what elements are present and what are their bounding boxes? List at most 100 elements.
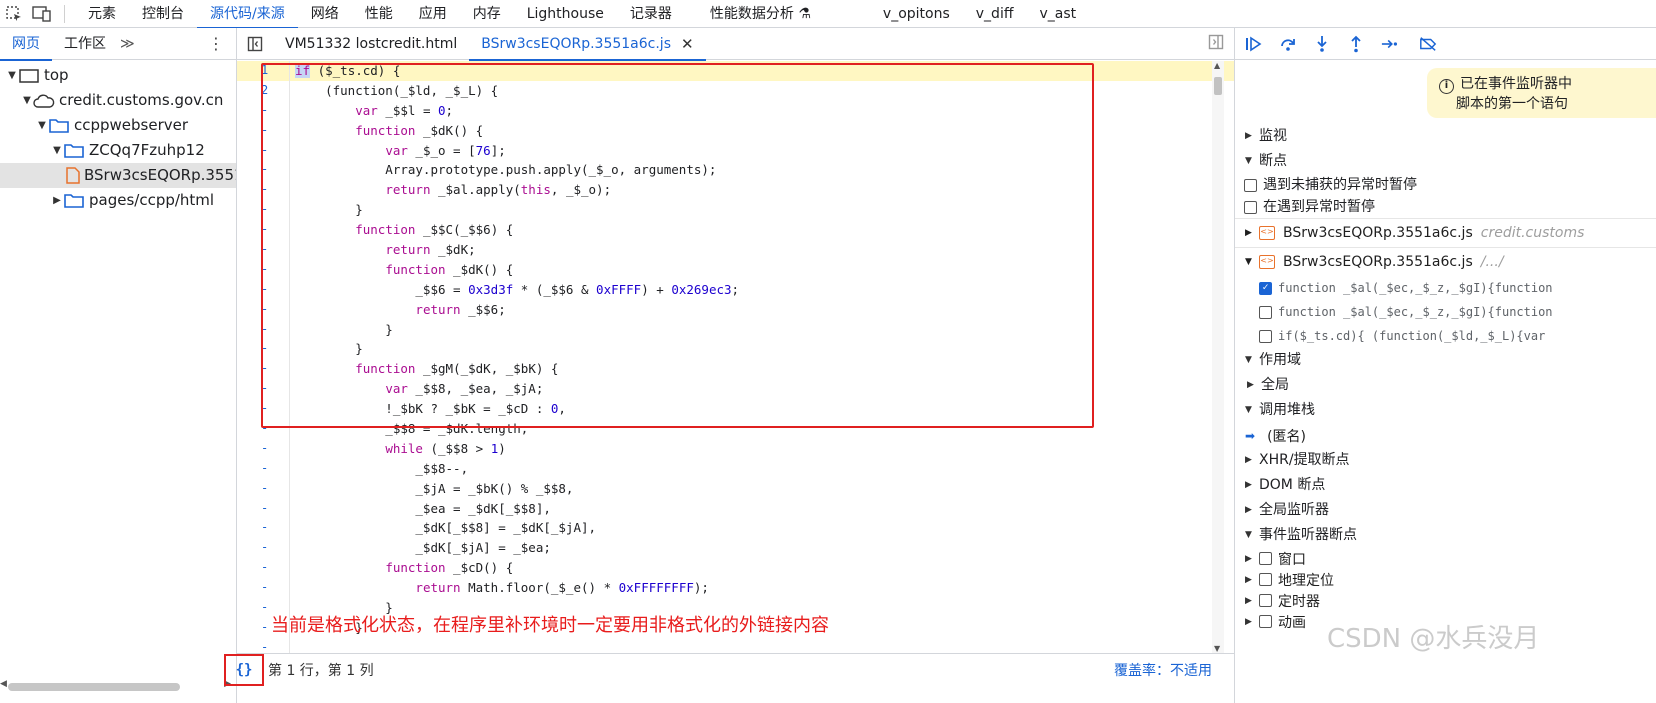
section-dom-breakpoints[interactable]: ▶ DOM 断点 [1235, 473, 1656, 498]
call-frame[interactable]: ➡ (匿名) [1235, 423, 1656, 448]
coverage-link[interactable]: 覆盖率：不适用 [1114, 660, 1212, 680]
pretty-print-button[interactable]: {} [224, 653, 264, 686]
line-number[interactable]: - [237, 459, 289, 479]
tree-item[interactable]: ▶ pages/ccpp/html [0, 188, 236, 213]
step-into-icon[interactable] [1313, 35, 1331, 53]
section-xhr-breakpoints[interactable]: ▶ XHR/提取断点 [1235, 448, 1656, 473]
line-number[interactable]: - [237, 240, 289, 260]
line-number[interactable]: - [237, 220, 289, 240]
section-global-listeners[interactable]: ▶ 全局监听器 [1235, 498, 1656, 523]
line-number[interactable]: - [237, 399, 289, 419]
panel-tab[interactable]: 性能数据分析 ⚗ [697, 0, 824, 28]
scroll-up-icon[interactable]: ▲ [1214, 61, 1220, 70]
line-number[interactable]: - [237, 300, 289, 320]
code-view[interactable]: 1 if ($_ts.cd) {2 (function(_$ld, _$_L) {… [237, 61, 1234, 653]
expand-triangle-icon[interactable]: ▶ [1245, 575, 1259, 585]
step-over-icon[interactable] [1279, 35, 1297, 53]
editor-vertical-scrollbar[interactable]: ▲ ▼ [1212, 61, 1224, 653]
step-icon[interactable] [1381, 35, 1399, 53]
close-icon[interactable]: ✕ [681, 28, 694, 60]
section-watch[interactable]: ▶ 监视 [1235, 124, 1656, 149]
kebab-menu-icon[interactable]: ⋮ [208, 34, 224, 53]
panel-tab[interactable]: 网络 [298, 0, 352, 28]
expand-triangle-icon[interactable]: ▶ [51, 188, 63, 213]
event-category[interactable]: ▶ 窗口 [1235, 548, 1656, 569]
line-number[interactable]: 1 [237, 61, 289, 81]
tab-workspace[interactable]: 工作区 [52, 28, 118, 60]
breakpoint-file-row[interactable]: ▼ <> BSrw3csEQORp.3551a6c.js /.../ [1235, 247, 1656, 276]
section-breakpoints[interactable]: ▼ 断点 [1235, 149, 1656, 174]
line-number[interactable]: - [237, 141, 289, 161]
section-call-stack[interactable]: ▼ 调用堆栈 [1235, 398, 1656, 423]
device-toolbar-icon[interactable] [28, 0, 56, 28]
toggle-debugger-icon[interactable] [1208, 34, 1224, 54]
tab-page[interactable]: 网页 [0, 28, 52, 61]
panel-tab[interactable]: 性能 [352, 0, 406, 28]
resume-icon[interactable] [1245, 35, 1263, 53]
breakpoint-line[interactable]: if($_ts.cd){ (function(_$ld,_$_L){var [1235, 324, 1656, 348]
collapse-triangle-icon[interactable]: ▼ [36, 113, 48, 138]
line-number[interactable]: - [237, 379, 289, 399]
section-event-listener-breakpoints[interactable]: ▼ 事件监听器断点 [1235, 523, 1656, 548]
breakpoint-line[interactable]: function _$al(_$ec,_$_z,_$gI){function [1235, 300, 1656, 324]
panel-tab[interactable]: 元素 [75, 0, 129, 28]
more-tabs-icon[interactable]: ≫ [120, 36, 135, 52]
line-number[interactable]: - [237, 558, 289, 578]
line-number[interactable]: - [237, 200, 289, 220]
event-category-checkbox[interactable] [1259, 552, 1272, 565]
scroll-down-icon[interactable]: ▼ [1214, 644, 1220, 653]
breakpoint-checkbox[interactable] [1259, 329, 1272, 343]
line-number[interactable]: - [237, 359, 289, 379]
scroll-left-icon[interactable]: ◀ [0, 679, 7, 689]
pause-caught-checkbox[interactable]: 在遇到异常时暂停 [1235, 196, 1656, 218]
pause-uncaught-checkbox[interactable]: 遇到未捕获的异常时暂停 [1235, 174, 1656, 196]
panel-tab[interactable]: 源代码/来源 [197, 0, 298, 29]
tree-item[interactable]: ▼ ZCQq7Fzuhp12 [0, 138, 236, 163]
line-number[interactable]: - [237, 439, 289, 459]
tree-item[interactable]: BSrw3csEQORp.3551a6c.js [0, 163, 236, 188]
line-number[interactable]: - [237, 499, 289, 519]
line-number[interactable]: - [237, 280, 289, 300]
line-number[interactable]: - [237, 638, 289, 653]
breakpoint-line[interactable]: ✓ function _$al(_$ec,_$_z,_$gI){function [1235, 276, 1656, 300]
event-category-checkbox[interactable] [1259, 573, 1272, 586]
event-category-checkbox[interactable] [1259, 615, 1272, 628]
tree-item[interactable]: ▼ ccppwebserver [0, 113, 236, 138]
line-number[interactable]: - [237, 121, 289, 141]
section-scope[interactable]: ▼ 作用域 [1235, 348, 1656, 373]
line-number[interactable]: - [237, 339, 289, 359]
breakpoint-file-row[interactable]: ▶ <> BSrw3csEQORp.3551a6c.js credit.cust… [1235, 218, 1656, 247]
editor-tab-js-file[interactable]: BSrw3csEQORp.3551a6c.js ✕ [469, 27, 706, 61]
tree-item[interactable]: ▼ top [0, 63, 236, 88]
collapse-triangle-icon[interactable]: ▼ [21, 88, 33, 113]
checkbox[interactable] [1244, 178, 1257, 192]
navigator-horizontal-scrollbar[interactable]: ◀ ▶ [0, 679, 235, 693]
line-number[interactable]: - [237, 180, 289, 200]
deactivate-breakpoints-icon[interactable] [1419, 35, 1437, 53]
expand-triangle-icon[interactable]: ▶ [1245, 617, 1259, 627]
collapse-triangle-icon[interactable]: ▼ [6, 63, 18, 88]
panel-tab[interactable]: v_ast [1026, 0, 1089, 28]
panel-tab[interactable]: 应用 [406, 0, 460, 28]
toggle-navigator-icon[interactable] [237, 36, 273, 52]
collapse-triangle-icon[interactable]: ▼ [51, 138, 63, 163]
panel-tab[interactable]: 记录器 [617, 0, 685, 28]
expand-triangle-icon[interactable]: ▶ [1245, 596, 1259, 606]
editor-tab-vm-file[interactable]: VM51332 lostcredit.html [273, 28, 469, 60]
breakpoint-checkbox[interactable]: ✓ [1259, 281, 1272, 295]
breakpoint-checkbox[interactable] [1259, 305, 1272, 319]
line-number[interactable]: - [237, 518, 289, 538]
checkbox[interactable] [1244, 200, 1257, 214]
line-number[interactable]: - [237, 479, 289, 499]
event-category[interactable]: ▶ 定时器 [1235, 590, 1656, 611]
line-number[interactable]: - [237, 160, 289, 180]
line-number[interactable]: - [237, 320, 289, 340]
expand-triangle-icon[interactable]: ▶ [1245, 554, 1259, 564]
event-category[interactable]: ▶ 地理定位 [1235, 569, 1656, 590]
inspect-element-icon[interactable] [0, 0, 28, 28]
event-category-checkbox[interactable] [1259, 594, 1272, 607]
line-number[interactable]: 2 [237, 81, 289, 101]
scrollbar-thumb[interactable] [1214, 77, 1222, 95]
panel-tab[interactable]: v_diff [963, 0, 1027, 28]
line-number[interactable]: - [237, 101, 289, 121]
